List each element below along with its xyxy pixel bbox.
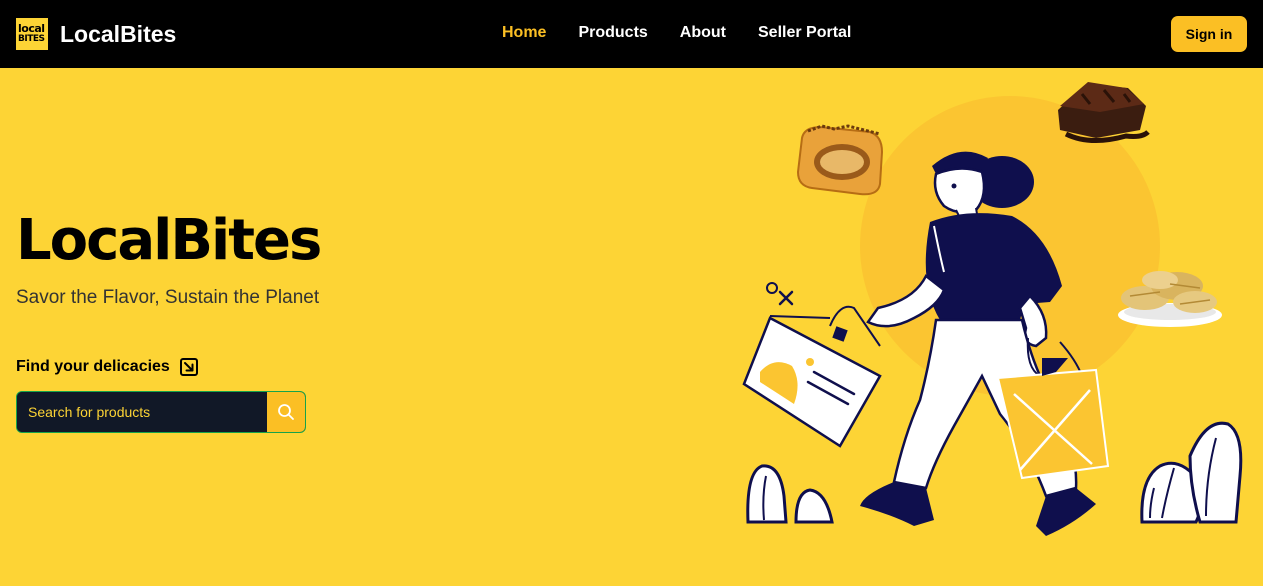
logo-text-bottom: BITES bbox=[18, 34, 45, 44]
search-bar bbox=[16, 391, 306, 433]
sign-in-button[interactable]: Sign in bbox=[1171, 16, 1247, 52]
search-button[interactable] bbox=[267, 392, 305, 432]
brand-name[interactable]: LocalBites bbox=[60, 21, 176, 48]
pie-pastry-image bbox=[796, 124, 884, 196]
search-input[interactable] bbox=[17, 392, 267, 432]
left-shopping-bag bbox=[742, 305, 882, 448]
search-icon bbox=[278, 404, 294, 420]
nav-seller-portal[interactable]: Seller Portal bbox=[758, 24, 851, 42]
decor-circle-x bbox=[766, 282, 794, 306]
brownie-image bbox=[1058, 82, 1150, 143]
find-delicacies-text: Find your delicacies bbox=[16, 358, 170, 375]
shopping-woman-illustration bbox=[742, 82, 1243, 536]
hero-subtitle: Savor the Flavor, Sustain the Planet bbox=[16, 287, 320, 308]
nav-about[interactable]: About bbox=[680, 24, 726, 42]
plant-right bbox=[1140, 421, 1243, 524]
nav-products[interactable]: Products bbox=[578, 24, 647, 42]
plant-left bbox=[746, 464, 834, 524]
main-nav: Home Products About Seller Portal bbox=[502, 24, 851, 42]
top-navbar: local BITES LocalBites Home Products Abo… bbox=[0, 0, 1263, 68]
nav-home[interactable]: Home bbox=[502, 24, 546, 42]
find-delicacies-label: Find your delicacies bbox=[16, 358, 198, 376]
hero-title: LocalBites bbox=[16, 208, 322, 273]
arrow-down-right-icon bbox=[179, 358, 198, 376]
brand[interactable]: local BITES LocalBites bbox=[16, 18, 176, 50]
localbites-logo-icon[interactable]: local BITES bbox=[16, 18, 48, 50]
